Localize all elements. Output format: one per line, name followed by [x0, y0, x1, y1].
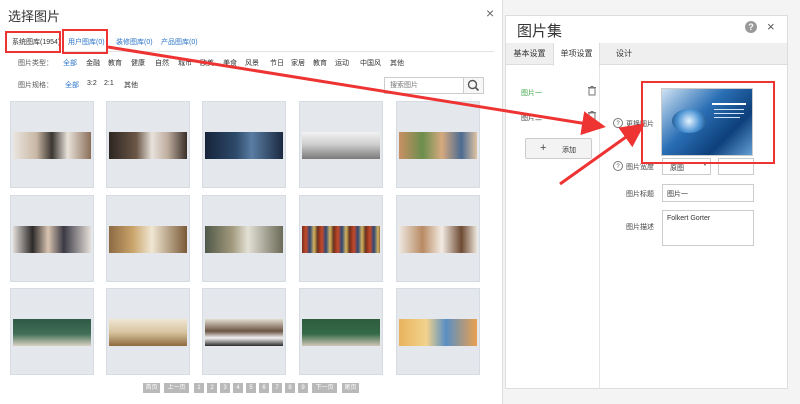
annotation-arrow: [559, 123, 645, 186]
annotation-arrow: [107, 45, 606, 135]
annotation-arrows: [107, 45, 645, 186]
